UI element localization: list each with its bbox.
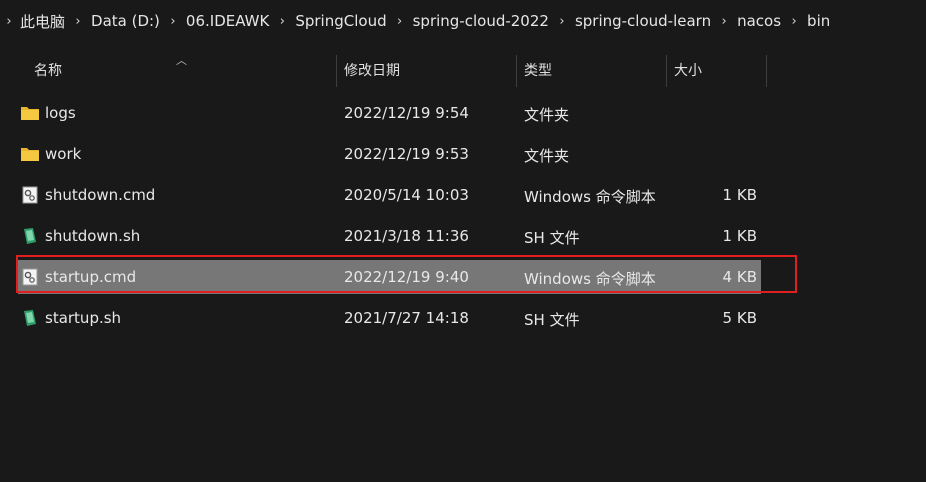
folder-icon	[20, 145, 40, 163]
column-header-row: 名称 修改日期 类型 大小	[0, 50, 926, 90]
column-divider[interactable]	[336, 55, 337, 87]
file-size: 1 KB	[722, 186, 757, 204]
chevron-right-icon[interactable]: ›	[389, 14, 411, 29]
file-type: 文件夹	[524, 147, 570, 165]
breadcrumb-item-springcloud[interactable]: SpringCloud	[293, 12, 388, 30]
column-divider[interactable]	[516, 55, 517, 87]
column-header-modified[interactable]: 修改日期	[344, 50, 514, 90]
file-type: 文件夹	[524, 106, 570, 124]
sh-file-icon	[20, 227, 40, 245]
file-modified: 2022/12/19 9:53	[344, 145, 469, 163]
file-size: 5 KB	[722, 309, 757, 327]
column-header-size[interactable]: 大小	[674, 50, 764, 90]
file-modified: 2021/7/27 14:18	[344, 309, 469, 327]
chevron-right-icon[interactable]: ›	[713, 14, 735, 29]
breadcrumb-item-spring-cloud-learn[interactable]: spring-cloud-learn	[573, 12, 713, 30]
file-name: shutdown.sh	[45, 227, 141, 245]
column-divider[interactable]	[666, 55, 667, 87]
breadcrumb-item-this-pc[interactable]: 此电脑	[18, 11, 67, 32]
column-header-size-label: 大小	[674, 63, 702, 79]
column-header-modified-label: 修改日期	[344, 63, 400, 79]
chevron-right-icon[interactable]: ›	[271, 14, 293, 29]
breadcrumb-item-spring-cloud-2022[interactable]: spring-cloud-2022	[411, 12, 551, 30]
column-header-type-label: 类型	[524, 63, 552, 79]
breadcrumb-item-ideawk[interactable]: 06.IDEAWK	[184, 12, 271, 30]
column-header-name[interactable]: 名称	[34, 50, 334, 90]
file-name: logs	[45, 104, 76, 122]
file-name: work	[45, 145, 82, 163]
file-modified: 2021/3/18 11:36	[344, 227, 469, 245]
file-row-startup-sh[interactable]: startup.sh 2021/7/27 14:18 SH 文件 5 KB	[18, 301, 761, 335]
file-size: 1 KB	[722, 227, 757, 245]
file-row-shutdown-cmd[interactable]: shutdown.cmd 2020/5/14 10:03 Windows 命令脚…	[18, 178, 761, 212]
sh-file-icon	[20, 309, 40, 327]
folder-icon	[20, 104, 40, 122]
cmd-script-icon	[20, 186, 40, 204]
column-header-name-label: 名称	[34, 63, 62, 79]
highlight-annotation-box	[16, 255, 797, 293]
file-modified: 2022/12/19 9:54	[344, 104, 469, 122]
chevron-right-icon[interactable]: ›	[162, 14, 184, 29]
file-row-work[interactable]: work 2022/12/19 9:53 文件夹	[18, 137, 761, 171]
file-row-shutdown-sh[interactable]: shutdown.sh 2021/3/18 11:36 SH 文件 1 KB	[18, 219, 761, 253]
chevron-right-icon[interactable]: ›	[783, 14, 805, 29]
file-name: startup.sh	[45, 309, 122, 327]
chevron-right-icon[interactable]: ›	[0, 14, 18, 29]
file-type: SH 文件	[524, 229, 580, 247]
column-header-type[interactable]: 类型	[524, 50, 664, 90]
breadcrumb-item-bin[interactable]: bin	[805, 12, 832, 30]
breadcrumb-item-data-drive[interactable]: Data (D:)	[89, 12, 162, 30]
file-row-logs[interactable]: logs 2022/12/19 9:54 文件夹	[18, 96, 761, 130]
file-name: shutdown.cmd	[45, 186, 156, 204]
file-explorer: › 此电脑 › Data (D:) › 06.IDEAWK › SpringCl…	[0, 0, 926, 482]
chevron-right-icon[interactable]: ›	[551, 14, 573, 29]
breadcrumb: › 此电脑 › Data (D:) › 06.IDEAWK › SpringCl…	[0, 0, 926, 42]
file-type: SH 文件	[524, 311, 580, 329]
breadcrumb-item-nacos[interactable]: nacos	[735, 12, 783, 30]
file-type: Windows 命令脚本	[524, 188, 656, 206]
column-divider[interactable]	[766, 55, 767, 87]
chevron-right-icon[interactable]: ›	[67, 14, 89, 29]
file-modified: 2020/5/14 10:03	[344, 186, 469, 204]
